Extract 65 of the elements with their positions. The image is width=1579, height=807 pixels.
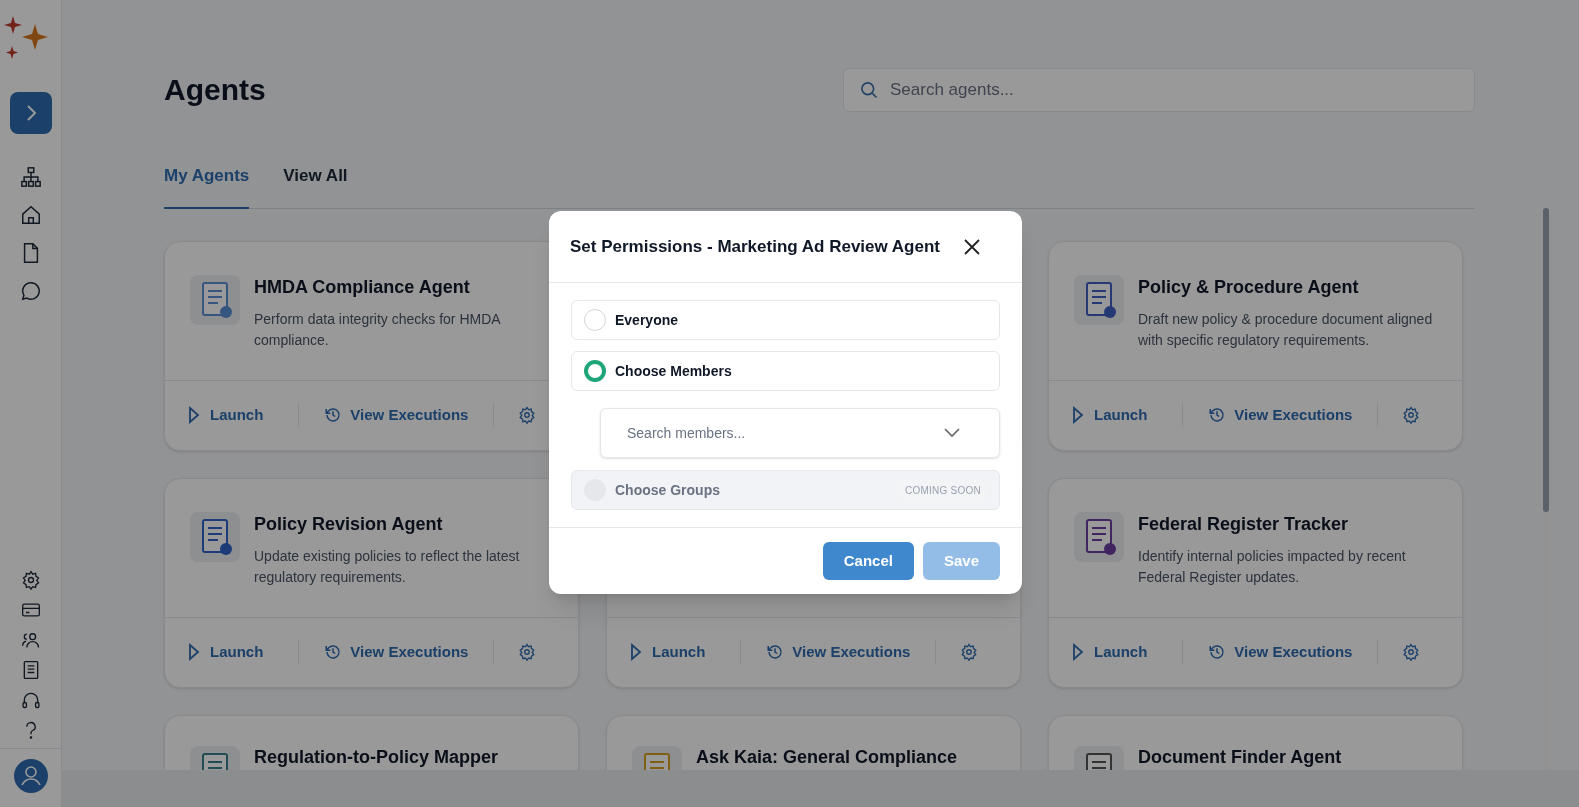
view-executions-button[interactable]: View Executions [324, 640, 469, 664]
agent-title: Policy & Procedure Agent [1138, 275, 1360, 299]
agent-title: Document Finder Agent [1138, 745, 1342, 769]
sitemap-icon[interactable] [19, 166, 42, 188]
agent-title: HMDA Compliance Agent [254, 275, 471, 299]
permission-option[interactable]: Everyone [571, 300, 1000, 340]
history-icon [766, 643, 785, 661]
tab[interactable]: View All [283, 163, 348, 209]
member-search-dropdown[interactable]: Search members... [600, 408, 1000, 458]
settings-icon[interactable] [518, 406, 537, 424]
play-icon [1072, 643, 1084, 661]
option-label: Everyone [615, 310, 680, 330]
play-icon [1072, 406, 1084, 424]
dialog-title: Set Permissions - Marketing Ad Review Agent [570, 235, 940, 258]
home-icon[interactable] [19, 204, 42, 226]
view-executions-button[interactable]: View Executions [766, 640, 911, 664]
search-field[interactable]: Search agents... [843, 67, 1475, 112]
headset-icon[interactable] [20, 690, 41, 710]
agent-description: Update existing policies to reflect the latest regulatory requirements. [254, 546, 521, 587]
document-icon [1074, 274, 1124, 325]
launch-button[interactable]: Launch [188, 403, 264, 427]
view-executions-button[interactable]: View Executions [324, 403, 469, 427]
chevron-down-icon [944, 428, 960, 438]
search-icon [859, 79, 879, 100]
launch-button[interactable]: Launch [630, 640, 706, 664]
avatar-icon[interactable] [13, 759, 48, 793]
history-icon [1208, 643, 1227, 661]
document-icon [190, 274, 240, 325]
settings-icon[interactable] [1402, 406, 1421, 424]
permission-option[interactable]: Choose Members [571, 351, 1000, 391]
history-icon [1208, 406, 1227, 424]
play-icon [188, 406, 200, 424]
agent-description: Draft new policy & procedure document aligned with specific regulatory requirements. [1138, 309, 1434, 350]
history-icon [324, 406, 343, 424]
agent-description: Perform data integrity checks for HMDA compliance. [254, 309, 502, 350]
settings-icon[interactable] [518, 643, 537, 661]
launch-button[interactable]: Launch [1072, 403, 1148, 427]
scrollbar-thumb[interactable] [1543, 208, 1549, 512]
settings-icon[interactable] [1402, 643, 1421, 661]
agent-title: Policy Revision Agent [254, 512, 444, 536]
tab[interactable]: My Agents [164, 163, 250, 209]
expand-sidebar-button[interactable] [9, 92, 52, 134]
settings-icon[interactable] [960, 643, 979, 661]
agent-title: Federal Register Tracker [1138, 512, 1350, 536]
page-title: Agents [164, 72, 266, 108]
play-icon [630, 643, 642, 661]
history-icon [324, 643, 343, 661]
radio-button[interactable] [584, 360, 606, 382]
option-label: Choose Members [615, 361, 733, 381]
dialog-button[interactable]: Cancel [822, 542, 914, 580]
play-icon [188, 643, 200, 661]
agent-title: Ask Kaia: General Compliance [696, 745, 958, 769]
chat-icon[interactable] [19, 280, 42, 302]
settings-icon[interactable] [20, 570, 41, 590]
users-icon[interactable] [20, 630, 41, 650]
close-icon[interactable] [963, 237, 981, 256]
view-executions-button[interactable]: View Executions [1208, 640, 1353, 664]
view-executions-button[interactable]: View Executions [1208, 403, 1353, 427]
document-icon [190, 511, 240, 562]
agent-title: Regulation-to-Policy Mapper [254, 745, 498, 769]
agent-description: Identify internal policies impacted by recent Federal Register updates. [1138, 546, 1407, 587]
document-icon [1074, 511, 1124, 562]
launch-button[interactable]: Launch [1072, 640, 1148, 664]
launch-button[interactable]: Launch [188, 640, 264, 664]
option-label: Choose Groups [615, 480, 721, 500]
